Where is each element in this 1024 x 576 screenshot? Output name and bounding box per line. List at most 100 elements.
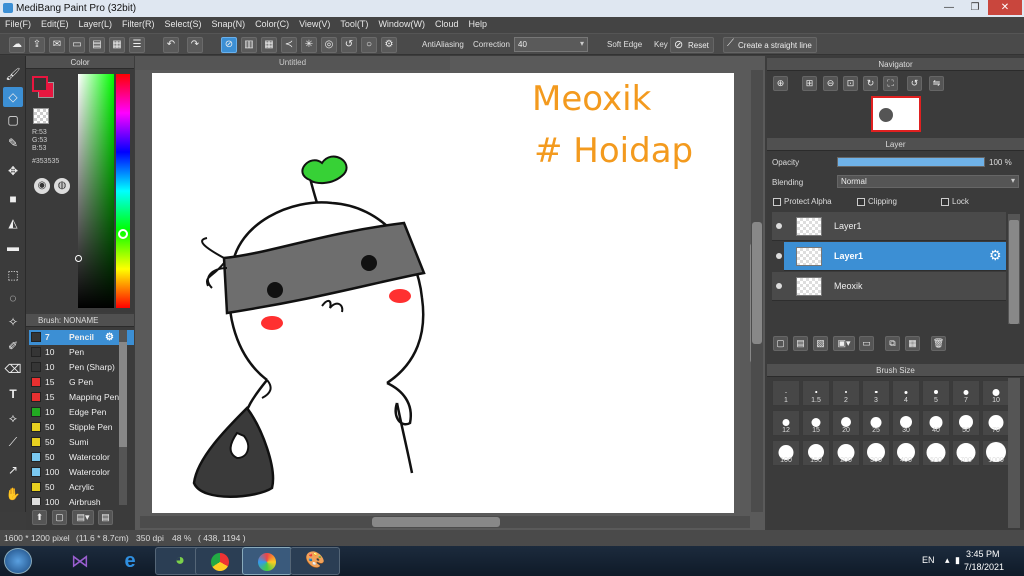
grid-doc-icon[interactable]: ▦	[109, 37, 125, 53]
menu-select[interactable]: Select(S)	[160, 17, 207, 33]
snap-ring-icon[interactable]: ○	[361, 37, 377, 53]
document-icon[interactable]: ▤	[89, 37, 105, 53]
brush-size-cell[interactable]: 25	[862, 410, 890, 436]
dot-tool-icon[interactable]: ✎	[3, 133, 23, 153]
menu-tool[interactable]: Tool(T)	[335, 17, 373, 33]
new-brush-icon[interactable]: ▢	[52, 510, 67, 525]
new-8bit-layer-icon[interactable]: ▧	[813, 336, 828, 351]
fit-screen-icon[interactable]: ⛶	[883, 76, 898, 91]
taskbar-date[interactable]: 7/18/2021	[964, 562, 1004, 572]
visibility-icon[interactable]	[776, 283, 782, 289]
brush-size-cell[interactable]: 1	[772, 380, 800, 406]
close-button[interactable]: ✕	[988, 0, 1022, 15]
snap-curve-icon[interactable]: ↺	[341, 37, 357, 53]
protect-alpha-checkbox[interactable]: Protect Alpha	[773, 197, 832, 206]
bucket-icon[interactable]: ◭	[3, 213, 23, 233]
rotate-icon[interactable]: ↻	[863, 76, 878, 91]
language-indicator[interactable]: EN	[922, 555, 935, 565]
menu-snap[interactable]: Snap(N)	[207, 17, 251, 33]
straight-line-button[interactable]: ⟋ Create a straight line	[723, 37, 817, 53]
comment-icon[interactable]: ✉	[49, 37, 65, 53]
snap-circle-icon[interactable]: ◎	[321, 37, 337, 53]
internet-explorer-icon[interactable]: e	[105, 547, 155, 575]
brush-size-cell[interactable]: 10	[982, 380, 1010, 406]
add-brush-icon[interactable]: ⬆	[32, 510, 47, 525]
select-eraser-icon[interactable]: ⌫	[3, 359, 23, 379]
new-layer-icon[interactable]: ▢	[773, 336, 788, 351]
layer-row[interactable]: Layer1	[772, 212, 1006, 241]
flip-icon[interactable]: ⇋	[929, 76, 944, 91]
signal-icon[interactable]: ▮	[955, 555, 960, 566]
layer-folder-icon[interactable]: ▭	[859, 336, 874, 351]
layer-scroll-thumb[interactable]	[1009, 220, 1019, 324]
layer-row[interactable]: Meoxik	[772, 272, 1006, 301]
paint-icon[interactable]: 🎨	[290, 547, 340, 575]
list-doc-icon[interactable]: ☰	[129, 37, 145, 53]
snap-radial-icon[interactable]: ✳	[301, 37, 317, 53]
zoom-fit-icon[interactable]: ⊞	[802, 76, 817, 91]
blending-select[interactable]: Normal ▾	[837, 175, 1019, 188]
new-halftone-layer-icon[interactable]: ▤	[793, 336, 808, 351]
zoom-actual-icon[interactable]: ⊡	[843, 76, 858, 91]
canvas-paper[interactable]: Meoxik # Hoidap	[152, 73, 760, 513]
eyedropper-icon[interactable]: ⟋	[3, 432, 23, 452]
taskbar-time[interactable]: 3:45 PM	[966, 549, 1000, 559]
chrome-icon[interactable]	[195, 547, 245, 575]
brush-size-cell[interactable]: 400	[892, 440, 920, 466]
brush-size-scrollbar[interactable]	[1008, 378, 1020, 528]
delete-layer-icon[interactable]: 🗑	[931, 336, 946, 351]
snap-off-icon[interactable]: ⊘	[221, 37, 237, 53]
menu-layer[interactable]: Layer(L)	[74, 17, 118, 33]
brush-size-cell[interactable]: 7	[952, 380, 980, 406]
visibility-icon[interactable]	[776, 253, 782, 259]
brush-menu-icon[interactable]: ▤▾	[72, 510, 94, 525]
share-icon[interactable]: ⇪	[29, 37, 45, 53]
menu-color[interactable]: Color(C)	[250, 17, 294, 33]
cloud-icon[interactable]: ☁	[9, 37, 25, 53]
brush-size-cell[interactable]: 4	[892, 380, 920, 406]
clipping-checkbox[interactable]: Clipping	[857, 197, 897, 206]
text-tool-icon[interactable]: T	[3, 384, 23, 404]
brush-size-cell[interactable]: 150	[802, 440, 830, 466]
brush-size-cell[interactable]: 200	[832, 440, 860, 466]
vertical-scroll-thumb[interactable]	[752, 222, 762, 344]
rect-tool-icon[interactable]: ▢	[3, 110, 23, 130]
menu-view[interactable]: View(V)	[294, 17, 335, 33]
minimize-button[interactable]: —	[936, 0, 962, 15]
brush-size-cell[interactable]: 1000	[982, 440, 1010, 466]
tray-up-icon[interactable]: ▴	[945, 555, 950, 566]
menu-window[interactable]: Window(W)	[373, 17, 430, 33]
rotate-reset-icon[interactable]: ↺	[907, 76, 922, 91]
layer-row-selected[interactable]: Layer1 ⚙	[776, 242, 1006, 271]
brush-size-cell[interactable]: 50	[952, 410, 980, 436]
menu-edit[interactable]: Edit(E)	[36, 17, 74, 33]
lasso-icon[interactable]: ◌	[3, 288, 23, 308]
brush-size-cell[interactable]: 3	[862, 380, 890, 406]
brush-size-cell[interactable]: 70	[982, 410, 1010, 436]
layer-menu-icon[interactable]: ▣▾	[833, 336, 855, 351]
brush-size-cell[interactable]: 100	[772, 440, 800, 466]
brush-size-cell[interactable]: 12	[772, 410, 800, 436]
magic-wand-icon[interactable]: ✧	[3, 312, 23, 332]
start-button[interactable]	[4, 548, 32, 574]
horizontal-scroll-thumb[interactable]	[372, 517, 500, 527]
correction-select[interactable]: 40 ▾	[514, 37, 588, 52]
menu-help[interactable]: Help	[463, 17, 492, 33]
fill-rect-icon[interactable]: ■	[3, 189, 23, 209]
zoom-in-icon[interactable]: ⊕	[773, 76, 788, 91]
foreground-color-swatch[interactable]	[32, 76, 48, 92]
snap-grid-icon[interactable]: ▦	[261, 37, 277, 53]
operation-tool-icon[interactable]: ↗	[3, 460, 23, 480]
brush-doc-icon[interactable]: ▤	[98, 510, 113, 525]
brush-size-cell[interactable]: 700	[952, 440, 980, 466]
duplicate-layer-icon[interactable]: ⧉	[885, 336, 900, 351]
snap-perspective-icon[interactable]: ≺	[281, 37, 297, 53]
select-rect-icon[interactable]: ⬚	[3, 265, 23, 285]
brush-size-cell[interactable]: 2	[832, 380, 860, 406]
canvas-tab[interactable]: Untitled	[135, 56, 450, 70]
redo-icon[interactable]: ↷	[187, 37, 203, 53]
brush-scroll-thumb[interactable]	[119, 342, 127, 447]
brush-size-cell[interactable]: 20	[832, 410, 860, 436]
hand-tool-icon[interactable]: ✋	[3, 484, 23, 504]
move-tool-icon[interactable]: ✥	[3, 161, 23, 181]
